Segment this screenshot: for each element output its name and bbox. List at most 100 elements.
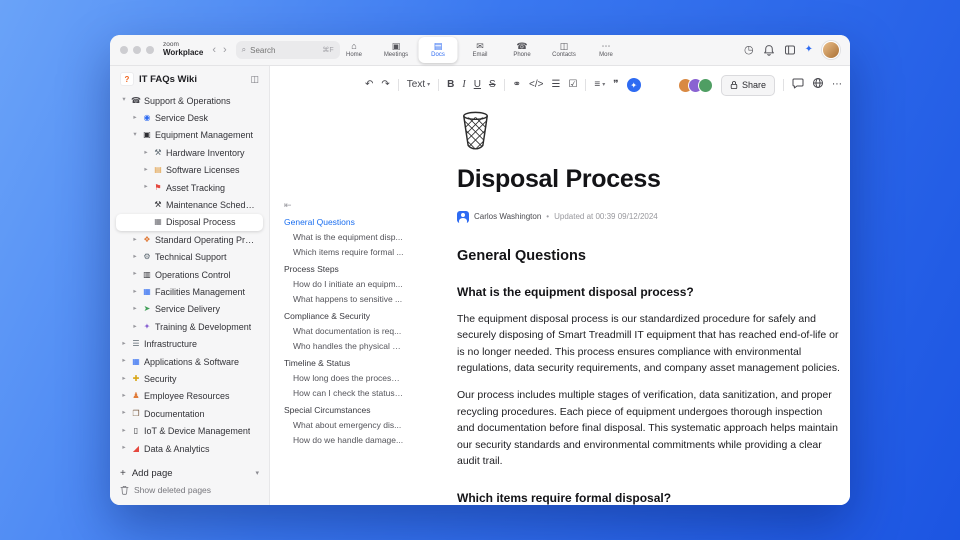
outline-item[interactable]: What happens to sensitive ... — [284, 294, 404, 304]
chevron-right-icon[interactable]: ▸ — [120, 340, 128, 348]
nav-tab-home[interactable]: ⌂ Home — [335, 37, 374, 63]
globe-icon[interactable] — [812, 76, 824, 94]
sidebar-item-facilities-management[interactable]: ▸ ▦ Facilities Management — [116, 283, 263, 300]
nav-tab-phone[interactable]: ☎ Phone — [503, 37, 542, 63]
outline-process-steps[interactable]: Process Steps — [284, 264, 404, 274]
zoom-window-button[interactable] — [146, 46, 154, 54]
sidebar-item-equipment-management[interactable]: ▾ ▣ Equipment Management — [116, 127, 263, 144]
undo-button[interactable]: ↶ — [365, 80, 373, 90]
chevron-right-icon[interactable]: ▸ — [131, 253, 139, 261]
sidebar-item-label: Operations Control — [155, 269, 231, 280]
nav-tab-meetings[interactable]: ▣ Meetings — [377, 37, 416, 63]
search-input[interactable] — [250, 45, 297, 55]
chevron-right-icon[interactable]: ▸ — [120, 410, 128, 417]
chevron-right-icon[interactable]: ▸ — [142, 184, 150, 191]
outline-item[interactable]: How long does the process ... — [284, 373, 404, 383]
chevron-right-icon[interactable]: ▸ — [120, 375, 128, 383]
panel-toggle-icon[interactable] — [784, 44, 796, 56]
forward-icon[interactable]: › — [223, 44, 227, 56]
sidebar-item-data-analytics[interactable]: ▸ ◢ Data & Analytics — [116, 440, 263, 457]
chevron-right-icon[interactable]: ▸ — [131, 114, 139, 122]
sidebar-item-employee-resources[interactable]: ▸ ♟ Employee Resources — [116, 388, 263, 405]
sidebar-item-software-licenses[interactable]: ▸ ▤ Software Licenses — [116, 162, 263, 179]
chevron-right-icon[interactable]: ▸ — [120, 393, 128, 400]
sidebar-item-iot-device-management[interactable]: ▸ ▯ IoT & Device Management — [116, 422, 263, 439]
sidebar-item-technical-support[interactable]: ▸ ⚙ Technical Support — [116, 249, 263, 266]
outline-item[interactable]: How do I initiate an equipm... — [284, 279, 404, 289]
nav-tab-email[interactable]: ✉ Email — [461, 37, 500, 63]
nav-tab-more[interactable]: ⋯ More — [587, 37, 626, 63]
document[interactable]: Disposal Process Carlos Washington • Upd… — [457, 97, 841, 505]
nav-tab-contacts[interactable]: ◫ Contacts — [545, 37, 584, 63]
global-search[interactable]: ⌕ ⌘F — [235, 41, 340, 59]
sidebar-item-documentation[interactable]: ▸ ❐ Documentation — [116, 405, 263, 422]
more-options-icon[interactable]: ⋯ — [832, 80, 842, 90]
sidebar-item-maintenance-schedules[interactable]: ⚒ Maintenance Schedules — [116, 196, 263, 213]
chevron-right-icon[interactable]: ▸ — [131, 306, 139, 313]
chevron-right-icon[interactable]: ▸ — [131, 323, 139, 331]
share-button[interactable]: Share — [720, 74, 775, 96]
show-deleted-pages-button[interactable]: Show deleted pages — [120, 482, 259, 498]
outline-item[interactable]: Who handles the physical di... — [284, 341, 404, 351]
link-button[interactable]: ⚭ — [513, 80, 521, 90]
sidebar-item-service-desk[interactable]: ▸ ◉ Service Desk — [116, 109, 263, 126]
ai-companion-icon[interactable]: ✦ — [805, 45, 813, 55]
sidebar-item-service-delivery[interactable]: ▸ ➤ Service Delivery — [116, 301, 263, 318]
chevron-right-icon[interactable]: ▸ — [120, 427, 128, 435]
notifications-bell-icon[interactable] — [763, 44, 775, 56]
close-window-button[interactable] — [120, 46, 128, 54]
sidebar-item-hardware-inventory[interactable]: ▸ ⚒ Hardware Inventory — [116, 144, 263, 161]
outline-item[interactable]: Which items require formal ... — [284, 247, 404, 257]
collaborator-avatar[interactable] — [697, 77, 713, 93]
sidebar-item-security[interactable]: ▸ ✚ Security — [116, 370, 263, 387]
outline-general-questions[interactable]: General Questions — [284, 217, 404, 227]
sidebar-item-applications-software[interactable]: ▸ ▦ Applications & Software — [116, 353, 263, 370]
chevron-right-icon[interactable]: ▸ — [142, 149, 150, 157]
bullet-list-button[interactable]: ☰ — [551, 80, 560, 90]
sidebar-item-disposal-process[interactable]: ▦ Disposal Process — [116, 213, 263, 232]
sidebar-item-asset-tracking[interactable]: ▸ ⚑ Asset Tracking — [116, 179, 263, 196]
sidebar-item-training-development[interactable]: ▸ ✦ Training & Development — [116, 318, 263, 335]
collapse-outline-icon[interactable]: ⇤ — [284, 201, 404, 210]
outline-item[interactable]: What documentation is req... — [284, 326, 404, 336]
outline-item[interactable]: How do we handle damage... — [284, 435, 404, 445]
outline-timeline-status[interactable]: Timeline & Status — [284, 358, 404, 368]
bold-button[interactable]: B — [447, 80, 454, 90]
chevron-down-icon[interactable]: ▾ — [255, 469, 259, 477]
code-button[interactable]: </> — [529, 80, 543, 90]
outline-compliance-security[interactable]: Compliance & Security — [284, 311, 404, 321]
outline-item[interactable]: What is the equipment disp... — [284, 232, 404, 242]
checklist-button[interactable]: ☑ — [568, 80, 577, 90]
outline-special-circumstances[interactable]: Special Circumstances — [284, 405, 404, 415]
outline-item[interactable]: How can I check the status ... — [284, 388, 404, 398]
chevron-down-icon[interactable]: ▾ — [131, 132, 139, 139]
chevron-right-icon[interactable]: ▸ — [120, 358, 128, 365]
minimize-window-button[interactable] — [133, 46, 141, 54]
underline-button[interactable]: U — [474, 80, 481, 90]
comment-insert-button[interactable]: ❞ — [613, 80, 618, 90]
strikethrough-button[interactable]: S — [489, 80, 496, 90]
nav-tab-docs[interactable]: ▤ Docs — [418, 37, 458, 63]
text-style-select[interactable]: Text ▾ — [407, 80, 430, 90]
sidebar-item-support-operations[interactable]: ▾ ☎ Support & Operations — [116, 92, 263, 109]
chevron-right-icon[interactable]: ▸ — [120, 445, 128, 452]
add-page-button[interactable]: + Add page ▾ — [120, 464, 259, 482]
chevron-right-icon[interactable]: ▸ — [131, 271, 139, 278]
collapse-sidebar-icon[interactable]: ◫ — [250, 74, 259, 85]
back-icon[interactable]: ‹ — [212, 44, 216, 56]
sidebar-item-infrastructure[interactable]: ▸ ☰ Infrastructure — [116, 335, 263, 352]
comments-panel-icon[interactable] — [792, 76, 804, 94]
schedule-icon[interactable]: ◷ — [744, 44, 754, 56]
ai-assistant-button[interactable]: ✦ — [626, 78, 641, 92]
user-avatar[interactable] — [822, 41, 840, 59]
redo-button[interactable]: ↷ — [381, 80, 389, 90]
outline-item[interactable]: What about emergency dis... — [284, 420, 404, 430]
italic-button[interactable]: I — [462, 80, 465, 90]
chevron-down-icon[interactable]: ▾ — [120, 97, 128, 104]
chevron-right-icon[interactable]: ▸ — [142, 166, 150, 174]
chevron-right-icon[interactable]: ▸ — [131, 236, 139, 244]
align-button[interactable]: ≡ ▾ — [594, 80, 605, 90]
sidebar-item-standard-operating-procedures[interactable]: ▸ ❖ Standard Operating Procedures — [116, 231, 263, 248]
chevron-right-icon[interactable]: ▸ — [131, 288, 139, 296]
sidebar-item-operations-control[interactable]: ▸ ▥ Operations Control — [116, 266, 263, 283]
